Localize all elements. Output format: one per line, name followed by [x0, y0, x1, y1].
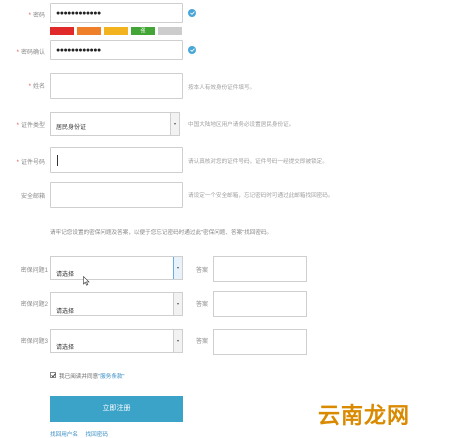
find-username-link[interactable]: 找回用户名	[50, 432, 78, 438]
id-type-hint: 中国大陆地区用户请务必设置居民身份证。	[188, 122, 295, 128]
text-cursor	[57, 155, 58, 166]
name-hint: 按本人有效身份证件填写。	[188, 85, 256, 91]
password-confirm-label: 密码确认	[10, 47, 45, 56]
password-label: 密码	[15, 10, 45, 19]
strength-bar-2	[77, 27, 101, 35]
question-1-select[interactable]: 请选择	[50, 256, 183, 280]
site-watermark: 云南龙网	[318, 404, 411, 429]
question-3-label: 密保问题3	[20, 339, 48, 345]
footer-links: 找回用户名 找回密码	[50, 430, 108, 438]
find-password-link[interactable]: 找回密码	[86, 432, 108, 438]
agree-text: 我已阅读并同意"服务条款"	[59, 372, 125, 380]
question-1-label: 密保问题1	[20, 268, 48, 274]
strength-label: 强	[140, 28, 146, 34]
answer-3-label: 答案	[195, 339, 208, 345]
email-label: 安全邮箱	[20, 194, 45, 200]
answer-2-label: 答案	[195, 302, 208, 308]
password-value: ●●●●●●●●●●●●	[56, 10, 101, 17]
question-2-label: 密保问题2	[20, 302, 48, 308]
checkmark-icon	[51, 373, 56, 378]
register-button[interactable]: 立即注册	[50, 396, 183, 422]
question-1-placeholder: 请选择	[56, 272, 75, 278]
chevron-down-icon[interactable]	[173, 330, 182, 352]
id-type-select[interactable]: 居民身份证	[50, 112, 180, 136]
password-valid-check-icon	[188, 9, 196, 17]
chevron-down-icon[interactable]	[173, 257, 182, 279]
id-number-input[interactable]	[50, 147, 183, 173]
id-number-hint: 请认真核对您的证件号码，证件号码一经提交即被锁定。	[188, 159, 328, 165]
strength-bar-5	[158, 27, 182, 35]
answer-2-input[interactable]	[213, 291, 307, 317]
question-3-placeholder: 请选择	[56, 345, 75, 351]
question-3-select[interactable]: 请选择	[50, 329, 183, 353]
password-confirm-input[interactable]: ●●●●●●●●●●●●	[50, 40, 183, 60]
strength-bar-1	[50, 27, 74, 35]
name-input[interactable]	[50, 73, 183, 99]
id-type-value: 居民身份证	[56, 125, 87, 131]
question-2-placeholder: 请选择	[56, 309, 75, 315]
question-2-select[interactable]: 请选择	[50, 292, 183, 316]
agree-prefix: 我已阅读并同意	[59, 374, 99, 380]
email-input[interactable]	[50, 182, 183, 208]
terms-link[interactable]: "服务条款"	[98, 374, 124, 380]
password-strength-meter: 强	[50, 27, 185, 35]
mouse-pointer-icon	[83, 276, 90, 286]
answer-1-input[interactable]	[213, 256, 307, 282]
id-type-label: 证件类型	[10, 120, 45, 129]
id-number-label: 证件号码	[10, 157, 45, 166]
answer-1-label: 答案	[195, 268, 208, 274]
password-input[interactable]: ●●●●●●●●●●●●	[50, 3, 183, 23]
password-confirm-valid-check-icon	[188, 46, 196, 54]
strength-bar-3	[104, 27, 128, 35]
security-note: 请牢记您设置的密保问题及答案，以便于您忘记密码时通过此"密保问题、答案"找回密码…	[50, 230, 273, 236]
agree-checkbox[interactable]	[50, 372, 56, 378]
answer-3-input[interactable]	[213, 329, 307, 355]
chevron-down-icon[interactable]	[173, 293, 182, 315]
chevron-down-icon[interactable]	[170, 113, 179, 135]
password-confirm-value: ●●●●●●●●●●●●	[56, 47, 101, 54]
name-label: 姓名	[15, 81, 45, 90]
email-hint: 请设定一个安全邮箱，忘记密码时可通过此邮箱找回密码。	[188, 193, 334, 199]
strength-bar-4: 强	[131, 27, 155, 35]
